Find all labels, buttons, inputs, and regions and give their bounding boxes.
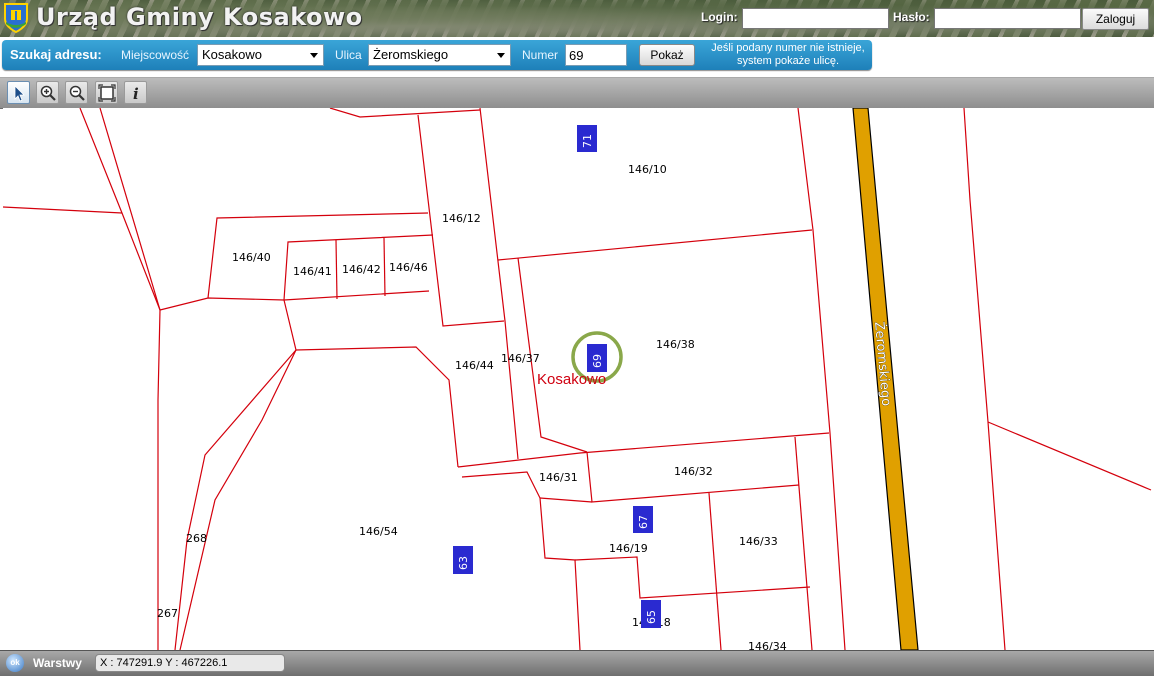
parcel-label: 146/32 (674, 465, 713, 478)
address-badge[interactable]: 69 (587, 344, 607, 372)
parcel-label: 268 (186, 532, 207, 545)
map-canvas[interactable]: Żeromskiego 146/10 146/12 146/40 146/41 … (3, 108, 1154, 650)
street-value: Żeromskiego (373, 47, 449, 62)
parcel-label: 146/42 (342, 263, 381, 276)
parcel-label: 146/33 (739, 535, 778, 548)
street-label: Ulica (335, 48, 362, 62)
street-zeromskiego: Żeromskiego (852, 108, 919, 650)
pointer-icon (14, 85, 25, 102)
coat-of-arms-logo (4, 3, 28, 34)
address-number: 67 (637, 515, 650, 529)
hint-line-2: system pokaże ulicę. (736, 55, 840, 67)
parcel-label: 146/44 (455, 359, 494, 372)
parcel-label: 146/46 (389, 261, 428, 274)
parcel-label: 146/54 (359, 525, 398, 538)
site-title: Urząd Gminy Kosakowo (36, 3, 363, 31)
login-label: Login: (701, 10, 738, 24)
layers-toggle[interactable]: Warstwy (33, 656, 82, 670)
parcel-label: 146/37 (501, 352, 540, 365)
search-title: Szukaj adresu: (10, 47, 102, 62)
password-input[interactable] (934, 8, 1081, 29)
zoom-in-button[interactable] (36, 81, 59, 104)
locality-value: Kosakowo (202, 47, 262, 62)
parcel-label: 146/12 (442, 212, 481, 225)
map-toolbar: i (0, 77, 1154, 109)
address-badge[interactable]: 67 (633, 506, 653, 533)
zoom-in-icon (40, 85, 56, 101)
hint-line-1: Jeśli podany numer nie istnieje, (711, 42, 865, 54)
parcel-label: 146/40 (232, 251, 271, 264)
place-label: Kosakowo (537, 371, 606, 388)
locality-label: Miejscowość (121, 48, 190, 62)
password-label: Hasło: (893, 10, 930, 24)
login-input[interactable] (742, 8, 889, 29)
locality-select[interactable]: Kosakowo (197, 44, 324, 66)
parcel-label: 146/41 (293, 265, 332, 278)
cadastral-map[interactable]: Żeromskiego 146/10 146/12 146/40 146/41 … (3, 108, 1154, 650)
address-number: 63 (457, 556, 470, 570)
chevron-down-icon (310, 53, 318, 58)
ok-icon[interactable]: ok (6, 654, 24, 672)
show-button[interactable]: Pokaż (639, 44, 695, 66)
parcel-label: 267 (157, 607, 178, 620)
address-number: 65 (645, 610, 658, 624)
info-button[interactable]: i (124, 81, 147, 104)
number-input[interactable] (565, 44, 627, 66)
chevron-down-icon (497, 53, 505, 58)
parcel-label: 146/34 (748, 640, 787, 650)
parcel-label: 146/38 (656, 338, 695, 351)
full-extent-icon (98, 84, 116, 102)
coordinates-readout: X : 747291.9 Y : 467226.1 (95, 654, 285, 672)
status-bar: ok Warstwy X : 747291.9 Y : 467226.1 (0, 650, 1154, 676)
street-select[interactable]: Żeromskiego (368, 44, 511, 66)
parcel-label: 146/31 (539, 471, 578, 484)
full-extent-button[interactable] (95, 81, 118, 104)
svg-text:i: i (133, 85, 139, 102)
login-button[interactable]: Zaloguj (1082, 8, 1149, 30)
parcel-labels: 146/10 146/12 146/40 146/41 146/42 146/4… (157, 163, 787, 650)
address-search-bar: Szukaj adresu: Miejscowość Kosakowo Ulic… (2, 40, 872, 70)
zoom-out-icon (69, 85, 85, 101)
address-badge[interactable]: 65 (641, 600, 661, 628)
info-icon: i (133, 85, 139, 102)
number-label: Numer (522, 48, 559, 62)
address-number: 71 (581, 134, 594, 148)
search-hint: Jeśli podany numer nie istnieje, system … (702, 42, 874, 68)
pointer-tool-button[interactable] (7, 81, 30, 104)
zoom-out-button[interactable] (65, 81, 88, 104)
parcel-label: 146/19 (609, 542, 648, 555)
address-number: 69 (591, 354, 604, 368)
header-banner: Urząd Gminy Kosakowo Login: Hasło: Zalog… (0, 0, 1154, 37)
address-badge[interactable]: 71 (577, 125, 597, 152)
parcel-label: 146/10 (628, 163, 667, 176)
address-badge[interactable]: 63 (453, 546, 473, 574)
